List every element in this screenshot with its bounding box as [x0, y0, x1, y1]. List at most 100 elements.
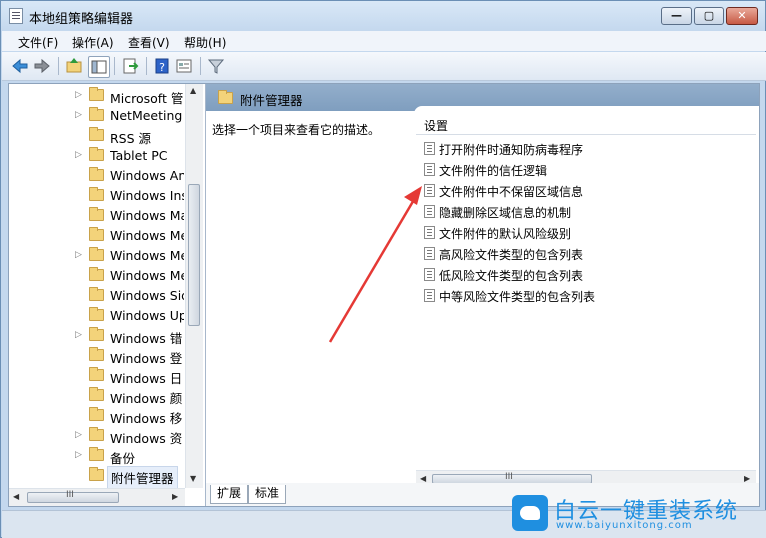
setting-item-label: 文件附件的信任逻辑 — [439, 164, 548, 178]
close-button[interactable]: ✕ — [726, 7, 758, 25]
tree-item[interactable]: 附件管理器 — [9, 466, 189, 489]
setting-item[interactable]: 文件附件的信任逻辑 — [424, 160, 744, 180]
tree-item-label: Windows Ins — [110, 188, 184, 203]
setting-item-label: 打开附件时通知防病毒程序 — [439, 143, 584, 157]
tree-item[interactable]: ▷ 备份 — [9, 446, 189, 466]
tree-item[interactable]: Windows An — [9, 166, 189, 186]
tree-item[interactable]: Windows Up — [9, 306, 189, 326]
toolbar-separator — [146, 57, 147, 75]
expand-arrow-icon[interactable]: ▷ — [75, 150, 85, 160]
back-arrow-icon[interactable] — [10, 56, 30, 76]
tree-vertical-scrollbar[interactable]: ▲ ▼ — [185, 84, 203, 488]
expand-arrow-icon[interactable]: ▷ — [75, 250, 85, 260]
expand-arrow-icon[interactable]: ▷ — [75, 430, 85, 440]
maximize-icon: ▢ — [703, 9, 715, 22]
description-text: 选择一个项目来查看它的描述。 — [212, 123, 381, 137]
tree-item[interactable]: ▷ Windows Me — [9, 246, 189, 266]
forward-arrow-icon[interactable] — [32, 56, 52, 76]
minimize-icon: — — [671, 9, 682, 22]
tree-item[interactable]: Windows Sid — [9, 286, 189, 306]
settings-column-header[interactable]: 设置 — [416, 114, 756, 135]
menu-view[interactable]: 查看(V) — [128, 34, 170, 51]
scroll-left-icon[interactable]: ◀ — [420, 474, 426, 483]
tree-item[interactable]: ▷ Windows 错 — [9, 326, 189, 346]
tree-item[interactable]: Windows 日 — [9, 366, 189, 386]
scroll-down-icon[interactable]: ▼ — [190, 474, 196, 483]
setting-item[interactable]: 隐藏删除区域信息的机制 — [424, 202, 744, 222]
show-hide-tree-icon[interactable] — [88, 56, 110, 78]
tree-item-label: Windows Me — [110, 248, 184, 263]
tree-item[interactable]: Windows Me — [9, 266, 189, 286]
tree-horizontal-scroll-thumb[interactable]: III — [27, 490, 119, 503]
folder-icon — [89, 427, 104, 441]
folder-icon — [89, 367, 104, 381]
maximize-button[interactable]: ▢ — [694, 7, 724, 25]
scroll-up-icon[interactable]: ▲ — [190, 86, 196, 95]
settings-column-header-label: 设置 — [424, 119, 449, 133]
minimize-button[interactable]: — — [661, 7, 692, 25]
tree-item-label: Windows Up — [110, 308, 184, 323]
setting-item[interactable]: 文件附件中不保留区域信息 — [424, 181, 744, 201]
folder-icon — [89, 447, 104, 461]
help-icon[interactable]: ? — [152, 56, 172, 76]
policy-setting-icon — [424, 142, 435, 155]
setting-item[interactable]: 文件附件的默认风险级别 — [424, 223, 744, 243]
tree-horizontal-scrollbar[interactable]: ◀ III ▶ — [9, 488, 185, 506]
tree-item-label: 附件管理器 — [107, 466, 178, 489]
setting-item-label: 高风险文件类型的包含列表 — [439, 248, 584, 262]
tab-standard[interactable]: 标准 — [248, 485, 287, 504]
menu-action[interactable]: 操作(A) — [72, 34, 114, 51]
tree-item-label: RSS 源 — [110, 131, 152, 146]
tree-item[interactable]: Windows Me — [9, 226, 189, 246]
tree-item[interactable]: ▷ Tablet PC — [9, 146, 189, 166]
scroll-thumb-grip: III — [505, 472, 513, 482]
tree-item[interactable]: Windows 登 — [9, 346, 189, 366]
tree-vertical-scroll-thumb[interactable] — [188, 184, 200, 326]
tab-extended[interactable]: 扩展 — [210, 485, 249, 504]
tree-item[interactable]: Windows Ma — [9, 206, 189, 226]
tree-item[interactable]: ▷ NetMeeting — [9, 106, 189, 126]
tree-item[interactable]: Windows Ins — [9, 186, 189, 206]
up-folder-icon[interactable] — [64, 56, 84, 76]
folder-icon — [89, 407, 104, 421]
expand-arrow-icon[interactable]: ▷ — [75, 330, 85, 340]
tree-item[interactable]: RSS 源 — [9, 126, 189, 146]
properties-icon[interactable] — [174, 56, 194, 76]
setting-item-label: 隐藏删除区域信息的机制 — [439, 206, 572, 220]
expand-arrow-icon[interactable]: ▷ — [75, 450, 85, 460]
setting-item[interactable]: 低风险文件类型的包含列表 — [424, 265, 744, 285]
setting-item[interactable]: 打开附件时通知防病毒程序 — [424, 139, 744, 159]
app-window: 本地组策略编辑器 — ▢ ✕ 文件(F) 操作(A) 查看(V) 帮助(H) ? — [0, 0, 766, 538]
tree-item-label: Windows Ma — [110, 208, 184, 223]
title-bar[interactable]: 本地组策略编辑器 — ▢ ✕ — [1, 1, 765, 31]
menu-bar: 文件(F) 操作(A) 查看(V) 帮助(H) — [2, 31, 766, 51]
scroll-right-icon[interactable]: ▶ — [744, 474, 750, 483]
tree-item[interactable]: ▷ Windows 资 — [9, 426, 189, 446]
scroll-right-icon[interactable]: ▶ — [172, 492, 178, 501]
toolbar-separator — [114, 57, 115, 75]
policy-setting-icon — [424, 247, 435, 260]
tree-item[interactable]: ▷ Microsoft 管 — [9, 86, 189, 106]
setting-item[interactable]: 中等风险文件类型的包含列表 — [424, 286, 744, 306]
setting-item-label: 低风险文件类型的包含列表 — [439, 269, 584, 283]
expand-arrow-icon[interactable]: ▷ — [75, 110, 85, 120]
folder-icon — [89, 387, 104, 401]
tree-item[interactable]: Windows 移 — [9, 406, 189, 426]
toolbar: ? — [2, 52, 766, 81]
menu-help[interactable]: 帮助(H) — [184, 34, 226, 51]
scroll-left-icon[interactable]: ◀ — [13, 492, 19, 501]
menu-file[interactable]: 文件(F) — [18, 34, 58, 51]
export-list-icon[interactable] — [120, 56, 140, 76]
bird-logo-icon — [512, 495, 548, 531]
tree-item-label: Windows Me — [110, 268, 184, 283]
folder-icon — [89, 87, 104, 101]
expand-arrow-icon[interactable]: ▷ — [75, 90, 85, 100]
toolbar-separator — [58, 57, 59, 75]
tree-item[interactable]: Windows 颜 — [9, 386, 189, 406]
description-pane: 选择一个项目来查看它的描述。 — [206, 111, 414, 481]
details-pane: 附件管理器 选择一个项目来查看它的描述。 设置 打开附件时通知防病毒程序 文件附件… — [206, 84, 759, 506]
window-title: 本地组策略编辑器 — [29, 12, 134, 27]
setting-item[interactable]: 高风险文件类型的包含列表 — [424, 244, 744, 264]
filter-icon[interactable] — [206, 56, 226, 76]
svg-text:?: ? — [159, 61, 165, 74]
